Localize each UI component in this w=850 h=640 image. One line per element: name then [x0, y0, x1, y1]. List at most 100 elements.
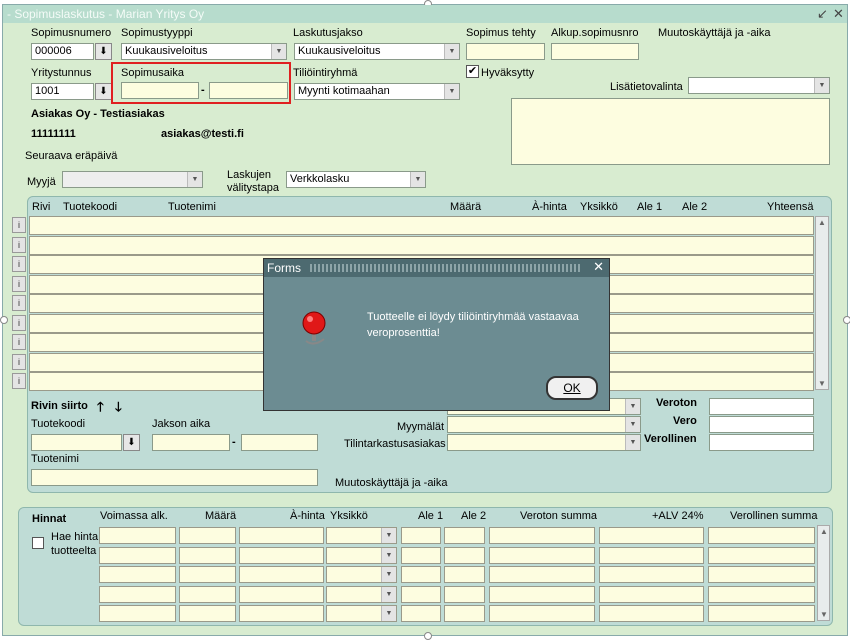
- price-cell[interactable]: [444, 605, 485, 622]
- price-cell[interactable]: [489, 585, 595, 603]
- scroll-up-icon[interactable]: ▲: [816, 218, 828, 227]
- row-info-button[interactable]: i: [12, 256, 26, 272]
- row-info-button[interactable]: i: [12, 295, 26, 311]
- price-cell[interactable]: [599, 605, 704, 622]
- price-cell[interactable]: [708, 527, 815, 544]
- price-cell[interactable]: ▼: [326, 605, 397, 622]
- chevron-down-icon[interactable]: ▼: [381, 586, 396, 602]
- arrow-down-icon[interactable]: 🡓: [115, 398, 122, 420]
- price-cell[interactable]: [444, 585, 485, 603]
- chevron-down-icon[interactable]: ▼: [381, 528, 396, 543]
- price-cell[interactable]: [401, 546, 441, 564]
- table-row[interactable]: [29, 216, 814, 235]
- download-icon[interactable]: ⬇: [95, 83, 112, 100]
- price-cell[interactable]: [444, 527, 485, 544]
- tuotekoodi-field[interactable]: [31, 434, 122, 451]
- price-cell[interactable]: [489, 546, 595, 564]
- minimize-icon[interactable]: ↙: [817, 6, 828, 22]
- arrow-up-icon[interactable]: 🡑: [97, 398, 104, 420]
- row-info-button[interactable]: i: [12, 353, 26, 370]
- dialog-close-icon[interactable]: ✕: [593, 259, 604, 275]
- price-cell[interactable]: [599, 585, 704, 603]
- price-cell[interactable]: [401, 605, 441, 622]
- price-cell[interactable]: [239, 566, 324, 583]
- chevron-down-icon[interactable]: ▼: [271, 44, 286, 59]
- chevron-down-icon[interactable]: ▼: [381, 547, 396, 563]
- scroll-up-icon[interactable]: ▲: [818, 527, 830, 536]
- price-cell[interactable]: [99, 566, 176, 583]
- price-cell[interactable]: ▼: [326, 527, 397, 544]
- lisatietovalinta-select[interactable]: ▼: [688, 77, 830, 94]
- close-icon[interactable]: ✕: [833, 6, 844, 22]
- download-icon[interactable]: ⬇: [95, 43, 112, 60]
- row-info-button[interactable]: i: [12, 275, 26, 292]
- price-cell[interactable]: [708, 605, 815, 622]
- row-info-button[interactable]: i: [12, 217, 26, 233]
- resize-handle-left[interactable]: [0, 316, 8, 324]
- price-cell[interactable]: [239, 585, 324, 603]
- chevron-down-icon[interactable]: ▼: [625, 417, 640, 432]
- chevron-down-icon[interactable]: ▼: [187, 172, 202, 187]
- chevron-down-icon[interactable]: ▼: [625, 435, 640, 450]
- hyvaksytty-checkbox[interactable]: ✔: [466, 65, 479, 78]
- price-cell[interactable]: [489, 605, 595, 622]
- jakson-end-field[interactable]: [241, 434, 318, 451]
- chevron-down-icon[interactable]: ▼: [444, 84, 459, 99]
- yritystunnus-field[interactable]: 1001: [31, 83, 94, 100]
- chevron-down-icon[interactable]: ▼: [444, 44, 459, 59]
- price-cell[interactable]: [99, 546, 176, 564]
- lines-scrollbar[interactable]: ▲ ▼: [815, 216, 829, 390]
- table-row[interactable]: [29, 235, 814, 255]
- row-info-button[interactable]: i: [12, 236, 26, 253]
- price-cell[interactable]: [599, 566, 704, 583]
- myyja-select[interactable]: ▼: [62, 171, 203, 188]
- row-info-button[interactable]: i: [12, 373, 26, 389]
- price-cell[interactable]: [99, 527, 176, 544]
- resize-handle-right[interactable]: [843, 316, 850, 324]
- myymalat-select[interactable]: ▼: [447, 416, 641, 433]
- price-cell[interactable]: [489, 566, 595, 583]
- jakson-start-field[interactable]: [152, 434, 230, 451]
- price-cell[interactable]: [99, 585, 176, 603]
- price-cell[interactable]: [179, 527, 236, 544]
- sopimusaika-end-field[interactable]: [209, 82, 288, 99]
- price-cell[interactable]: [239, 546, 324, 564]
- tilintarkastusasiakas-select[interactable]: ▼: [447, 434, 641, 451]
- price-cell[interactable]: ▼: [326, 546, 397, 564]
- chevron-down-icon[interactable]: ▼: [381, 567, 396, 582]
- alkup-sopimusnro-field[interactable]: [551, 43, 639, 60]
- price-cell[interactable]: [444, 566, 485, 583]
- scroll-down-icon[interactable]: ▼: [818, 610, 830, 619]
- price-cell[interactable]: [179, 566, 236, 583]
- chevron-down-icon[interactable]: ▼: [625, 399, 640, 414]
- price-cell[interactable]: [708, 585, 815, 603]
- prices-scrollbar[interactable]: ▲ ▼: [817, 525, 830, 621]
- price-cell[interactable]: [599, 546, 704, 564]
- price-cell[interactable]: [99, 605, 176, 622]
- price-cell[interactable]: [708, 566, 815, 583]
- price-cell[interactable]: [401, 585, 441, 603]
- hae-hinta-checkbox[interactable]: [32, 537, 44, 549]
- title-bar[interactable]: - Sopimuslaskutus - Marian Yritys Oy ↙ ✕: [3, 5, 847, 23]
- valitystapa-select[interactable]: Verkkolasku ▼: [286, 171, 426, 188]
- scroll-down-icon[interactable]: ▼: [816, 379, 828, 388]
- price-cell[interactable]: [179, 585, 236, 603]
- price-cell[interactable]: [179, 546, 236, 564]
- price-cell[interactable]: [179, 605, 236, 622]
- tuotenimi-field[interactable]: [31, 469, 318, 486]
- chevron-down-icon[interactable]: ▼: [410, 172, 425, 187]
- price-cell[interactable]: [401, 566, 441, 583]
- price-cell[interactable]: [239, 527, 324, 544]
- chevron-down-icon[interactable]: ▼: [381, 606, 396, 621]
- price-cell[interactable]: ▼: [326, 585, 397, 603]
- laskutusjakso-select[interactable]: Kuukausiveloitus ▼: [294, 43, 460, 60]
- row-info-button[interactable]: i: [12, 314, 26, 331]
- price-cell[interactable]: [489, 527, 595, 544]
- resize-handle-bottom[interactable]: [424, 632, 432, 640]
- price-cell[interactable]: [708, 546, 815, 564]
- lisatieto-textarea[interactable]: [511, 98, 830, 165]
- price-cell[interactable]: ▼: [326, 566, 397, 583]
- chevron-down-icon[interactable]: ▼: [814, 78, 829, 93]
- sopimus-tehty-field[interactable]: [466, 43, 545, 60]
- row-info-button[interactable]: i: [12, 334, 26, 350]
